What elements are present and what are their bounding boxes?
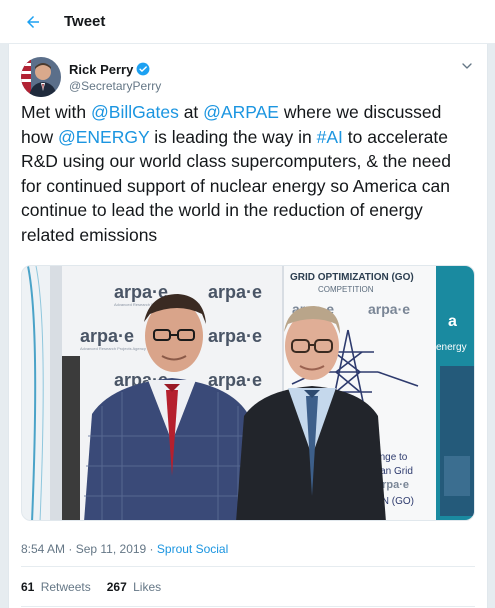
retweets-label: Retweets bbox=[40, 580, 91, 594]
banner-title: GRID OPTIMIZATION (GO) bbox=[290, 272, 414, 283]
author-handle[interactable]: @SecretaryPerry bbox=[69, 79, 161, 93]
banner-subtitle: COMPETITION bbox=[318, 285, 374, 294]
right-logo-text: energy bbox=[436, 342, 467, 353]
text-segment: Met with bbox=[21, 102, 92, 122]
hashtag-ai[interactable]: #AI bbox=[317, 127, 343, 147]
retweets-stat[interactable]: 61 Retweets bbox=[21, 580, 91, 594]
avatar[interactable] bbox=[21, 57, 61, 97]
meta-separator: · bbox=[146, 542, 157, 556]
author-display-name[interactable]: Rick Perry bbox=[69, 62, 133, 77]
verified-badge-icon bbox=[136, 62, 150, 76]
top-bar: Tweet bbox=[0, 0, 495, 44]
tweet-stats: 61 Retweets 267 Likes bbox=[21, 580, 177, 594]
author-name-row: Rick Perry bbox=[69, 62, 161, 77]
tweet-photo[interactable]: arpa·e arpa·e arpa·e arpa·e arpa·e arpa·… bbox=[21, 265, 475, 521]
likes-stat[interactable]: 267 Likes bbox=[107, 580, 161, 594]
tweet-source-link[interactable]: Sprout Social bbox=[157, 542, 228, 556]
mention-arpae[interactable]: @ARPAE bbox=[203, 102, 279, 122]
back-button[interactable] bbox=[16, 5, 50, 39]
meta-separator: · bbox=[65, 542, 76, 556]
tweet-meta: 8:54 AM · Sep 11, 2019 · Sprout Social bbox=[21, 542, 228, 556]
retweets-count: 61 bbox=[21, 580, 35, 594]
right-logo-letter: a bbox=[448, 313, 457, 330]
text-segment: is leading the way in bbox=[149, 126, 317, 147]
chevron-down-icon[interactable] bbox=[459, 58, 475, 74]
photo-image: arpa·e arpa·e arpa·e arpa·e arpa·e arpa·… bbox=[22, 266, 474, 520]
tweet-date[interactable]: Sep 11, 2019 bbox=[76, 542, 147, 556]
tweet-card: Rick Perry @SecretaryPerry Met with @Bil… bbox=[8, 44, 488, 608]
tweet-time[interactable]: 8:54 AM bbox=[21, 542, 65, 556]
backdrop-logo: arpa·e bbox=[80, 326, 134, 346]
mention-billgates[interactable]: @BillGates bbox=[91, 102, 179, 122]
arrow-left-icon bbox=[27, 15, 39, 28]
divider bbox=[21, 606, 475, 607]
mention-energy[interactable]: @ENERGY bbox=[58, 127, 149, 147]
backdrop-logo: arpa·e bbox=[208, 282, 262, 302]
divider bbox=[21, 566, 475, 567]
likes-label: Likes bbox=[133, 580, 162, 594]
text-segment: at bbox=[178, 102, 204, 122]
banner-logo: arpa·e bbox=[368, 301, 410, 317]
tweet-author: Rick Perry @SecretaryPerry bbox=[21, 54, 161, 100]
tweet-text: Met with @BillGates at @ARPAE where we d… bbox=[21, 100, 473, 247]
backdrop-logo: arpa·e bbox=[208, 326, 262, 346]
page-title: Tweet bbox=[64, 13, 106, 30]
likes-count: 267 bbox=[106, 580, 127, 594]
avatar-image bbox=[21, 57, 61, 97]
backdrop-logo: arpa·e bbox=[208, 370, 262, 390]
author-names: Rick Perry @SecretaryPerry bbox=[69, 62, 161, 93]
